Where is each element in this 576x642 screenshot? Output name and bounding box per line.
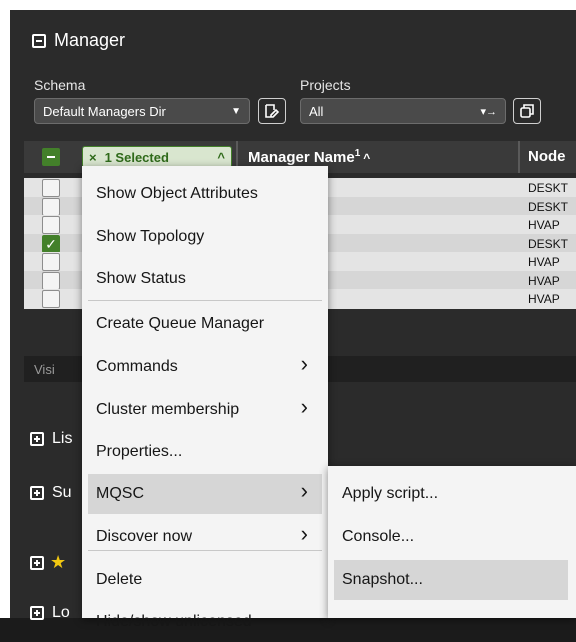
section-header[interactable]: Su [30,484,72,502]
column-divider [518,141,520,173]
schema-value: Default Managers Dir [43,103,166,119]
section-label: Lo [52,604,70,621]
section-header[interactable]: Lo [30,604,70,622]
menu-separator [88,300,322,301]
node-cell: HVAP [528,292,560,306]
projects-dropdown[interactable]: All ▾→ [300,98,506,124]
projects-label: Projects [300,77,351,93]
submenu-item-label: Snapshot... [342,571,423,588]
chevron-right-icon: › [300,478,308,503]
window-left-border [0,0,10,618]
chevron-arrow-icon: ▾→ [480,105,497,118]
row-checkbox[interactable] [42,216,60,234]
menu-item[interactable]: Hide/show unlicensed [88,602,322,642]
section-header[interactable]: Lis [30,430,72,448]
submenu-item[interactable]: Apply script... [334,474,568,514]
menu-item[interactable]: Create Queue Manager [88,304,322,344]
mqsc-submenu: Apply script... Console... Snapshot... [328,466,576,618]
node-cell: HVAP [528,273,560,288]
menu-item-label: Discover now [96,528,193,545]
projects-value: All [309,103,324,119]
projects-copy-button[interactable] [513,98,541,124]
menu-item-label: Commands [96,358,178,375]
schema-label: Schema [34,77,86,93]
window-top-border [0,0,576,10]
menu-item-label: MQSC [96,485,144,502]
row-checkbox[interactable] [42,179,60,197]
section-label: Lis [52,430,73,447]
collapse-icon[interactable] [32,33,46,48]
menu-item-label: Delete [96,571,143,588]
menu-item[interactable]: Discover now › [88,517,322,557]
selected-chip[interactable]: × 1 Selected ^ [82,146,232,168]
star-icon: ★ [50,552,67,572]
schema-dropdown[interactable]: Default Managers Dir ▼ [34,98,250,124]
column-manager-name[interactable]: Manager Name1 ^ [248,148,370,166]
submenu-item[interactable]: Snapshot... [334,560,568,600]
section-label: Su [52,484,72,501]
column-node[interactable]: Node [528,148,566,165]
context-menu: Show Object Attributes Show Topology Show … [82,166,328,630]
column-manager-name-label: Manager Name [248,149,355,166]
menu-item-label: Show Status [96,270,186,287]
menu-item[interactable]: Commands › [88,347,322,387]
menu-item[interactable]: Show Status [88,259,322,299]
row-checkbox[interactable] [42,197,60,216]
row-checkbox[interactable] [42,290,60,308]
menu-item-label: Create Queue Manager [96,315,265,332]
row-checkbox[interactable]: ✓ [42,234,60,253]
menu-item-label: Show Topology [96,228,205,245]
menu-item-label: Show Object Attributes [96,185,258,202]
menu-item[interactable]: Delete [88,560,322,600]
menu-item-label: Hide/show unlicensed [96,613,252,630]
submenu-item-label: Apply script... [342,485,439,502]
node-cell: DESKT [528,199,569,214]
sort-index: 1 [354,148,361,159]
chevron-up-icon[interactable]: ^ [217,150,225,165]
expand-icon[interactable] [30,486,44,500]
chevron-right-icon: › [300,351,308,376]
sort-asc-icon: ^ [363,151,371,165]
submenu-item[interactable]: Console... [334,517,568,557]
expand-icon[interactable] [30,432,44,446]
schema-edit-button[interactable] [258,98,286,124]
menu-item[interactable]: Cluster membership › [88,390,322,430]
section-header[interactable]: ★ [30,552,66,573]
menu-item[interactable]: Show Topology [88,217,322,257]
expand-icon[interactable] [30,555,44,570]
chevron-right-icon: › [300,394,308,419]
menu-item[interactable]: Properties... [88,432,322,472]
panel-title: Manager [54,30,126,50]
submenu-item-label: Console... [342,528,415,545]
edit-document-icon [265,104,280,118]
menu-separator [88,550,322,551]
manager-header[interactable]: Manager [32,30,125,51]
node-cell: HVAP [528,255,560,269]
clear-selection-icon[interactable]: × [89,150,97,165]
node-cell: DESKT [528,236,569,251]
chevron-right-icon: › [300,521,308,546]
chevron-down-icon: ▼ [231,105,241,117]
copy-icon [520,104,534,118]
menu-item[interactable]: Show Object Attributes [88,174,322,214]
node-cell: DESKT [528,181,569,195]
menu-item[interactable]: MQSC › [88,474,322,514]
menu-item-label: Properties... [96,443,183,460]
node-cell: HVAP [528,218,560,232]
visible-label: Visi [34,362,55,377]
menu-item-label: Cluster membership [96,401,240,418]
row-checkbox[interactable] [42,253,60,271]
select-all-checkbox[interactable] [42,148,60,166]
selected-count: 1 Selected [104,149,169,165]
row-checkbox[interactable] [42,271,60,290]
